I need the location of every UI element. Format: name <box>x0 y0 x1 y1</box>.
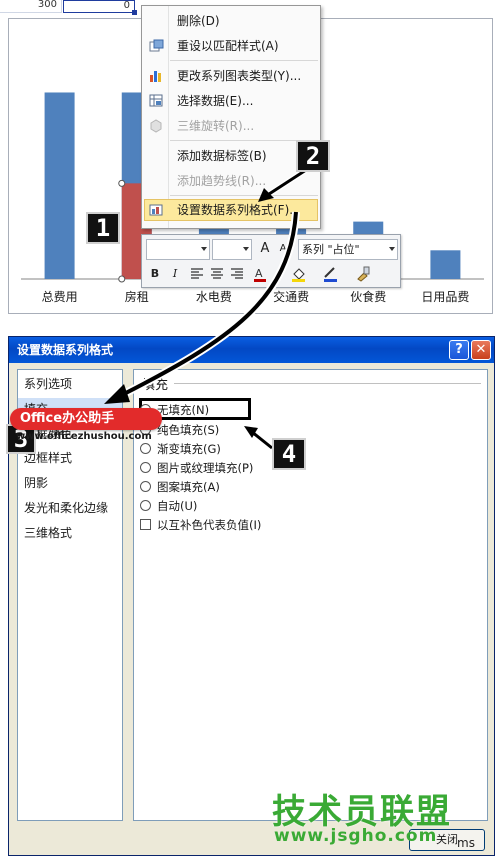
x-tick-label: 水电费 <box>196 290 232 304</box>
selection-handle[interactable] <box>118 275 126 283</box>
option-label: 以互补色代表负值(I) <box>157 518 262 532</box>
option-pattern-fill[interactable]: 图案填充(A) <box>140 478 220 496</box>
x-tick-label: 日用品费 <box>421 290 469 304</box>
section-title: 填充 <box>142 378 169 393</box>
format-painter-icon[interactable] <box>354 265 372 283</box>
close-icon[interactable]: ✕ <box>471 340 491 360</box>
font-name-combo[interactable] <box>146 239 210 260</box>
menu-item-add-data-labels[interactable]: 添加数据标签(B) <box>144 145 318 167</box>
svg-text:A: A <box>255 267 263 280</box>
format-series-icon <box>149 204 163 216</box>
fill-color-icon[interactable] <box>290 265 308 283</box>
menu-item-label: 删除(D) <box>177 14 220 28</box>
option-picture-texture-fill[interactable]: 图片或纹理填充(P) <box>140 459 253 477</box>
option-label: 自动(U) <box>157 499 198 513</box>
line-color-icon[interactable] <box>322 265 340 283</box>
fill-options-panel: 填充 无填充(N) 纯色填充(S) 渐变填充(G) 图片或纹理填充(P) 图案填… <box>133 369 488 821</box>
align-right-icon[interactable] <box>228 265 246 283</box>
radio-icon <box>140 443 151 454</box>
partial-status-text: ms <box>457 836 475 850</box>
select-data-icon <box>149 94 163 107</box>
chevron-down-icon <box>201 247 207 251</box>
chevron-down-icon <box>389 247 395 251</box>
dialog-title: 设置数据系列格式 <box>17 343 114 357</box>
radio-icon <box>140 500 151 511</box>
radio-icon <box>140 462 151 473</box>
menu-item-label: 更改系列图表类型(Y)... <box>177 69 302 83</box>
nav-shadow[interactable]: 阴影 <box>18 472 122 494</box>
x-tick-label: 房租 <box>125 289 149 304</box>
menu-item-label: 重设以匹配样式(A) <box>177 39 279 53</box>
chevron-down-icon <box>243 247 249 251</box>
selection-handle[interactable] <box>118 179 126 187</box>
nav-glow-soft-edges[interactable]: 发光和柔化边缘 <box>18 497 122 519</box>
menu-separator <box>170 195 318 196</box>
brand-url: www.jsgho.com <box>274 826 438 846</box>
option-invert-negative[interactable]: 以互补色代表负值(I) <box>140 516 261 534</box>
bold-button[interactable]: B <box>146 265 164 283</box>
office-helper-url: www.officezhushou.com <box>16 431 152 442</box>
mini-toolbar: A A 系列 "占位" B I A <box>141 234 401 288</box>
x-tick-label: 伙食费 <box>350 289 386 304</box>
align-center-icon[interactable] <box>208 265 226 283</box>
menu-item-label: 设置数据系列格式(F)... <box>177 203 301 217</box>
step-badge-2: 2 <box>296 140 330 172</box>
italic-button[interactable]: I <box>166 265 184 283</box>
menu-item-3d-rotation[interactable]: 三维旋转(R)... <box>144 115 318 137</box>
font-color-icon[interactable]: A <box>252 265 270 283</box>
align-left-icon[interactable] <box>188 265 206 283</box>
menu-item-change-chart-type[interactable]: 更改系列图表类型(Y)... <box>144 65 318 87</box>
bar-总费用-series-1[interactable] <box>44 92 75 279</box>
chart-type-icon <box>150 71 161 82</box>
step-badge-1: 1 <box>86 212 120 244</box>
menu-item-format-data-series[interactable]: 设置数据系列格式(F)... <box>144 199 318 221</box>
help-button[interactable]: ? <box>449 340 469 360</box>
option-label: 纯色填充(S) <box>157 423 220 437</box>
option-label: 无填充(N) <box>157 403 210 417</box>
reset-style-icon <box>149 39 164 52</box>
sheet-cell-active[interactable]: 0 <box>63 0 137 15</box>
bar-日用品费-series-1[interactable] <box>430 250 461 279</box>
menu-item-reset-style[interactable]: 重设以匹配样式(A) <box>144 35 318 57</box>
x-tick-label: 交通费 <box>273 289 309 304</box>
grow-font-button[interactable]: A <box>256 240 274 258</box>
option-label: 图片或纹理填充(P) <box>157 461 254 475</box>
menu-item-select-data[interactable]: 选择数据(E)... <box>144 90 318 112</box>
radio-icon <box>140 481 151 492</box>
menu-item-label: 三维旋转(R)... <box>177 119 255 133</box>
menu-item-delete[interactable]: 删除(D) <box>144 10 318 32</box>
nav-series-options[interactable]: 系列选项 <box>18 373 122 395</box>
menu-item-label: 添加趋势线(R)... <box>177 174 267 188</box>
dialog-titlebar[interactable]: 设置数据系列格式 ? ✕ <box>9 337 494 363</box>
menu-item-label: 添加数据标签(B) <box>177 149 267 163</box>
font-size-combo[interactable] <box>212 239 252 260</box>
menu-item-add-trendline[interactable]: 添加趋势线(R)... <box>144 170 318 192</box>
step-badge-4: 4 <box>272 438 306 470</box>
sheet-cell[interactable]: 300 <box>0 0 62 13</box>
context-menu: 删除(D) 重设以匹配样式(A) 更改系列图表类型(Y)... 选择数据(E).… <box>141 5 321 229</box>
nav-3d-format[interactable]: 三维格式 <box>18 522 122 544</box>
x-tick-label: 总费用 <box>42 290 78 304</box>
option-automatic[interactable]: 自动(U) <box>140 497 197 515</box>
option-label: 渐变填充(G) <box>157 442 221 456</box>
option-gradient-fill[interactable]: 渐变填充(G) <box>140 440 221 458</box>
checkbox-icon <box>140 519 151 530</box>
section-divider <box>174 383 481 384</box>
option-label: 图案填充(A) <box>157 480 220 494</box>
delete-icon <box>149 14 164 28</box>
series-selector-value: 系列 "占位" <box>302 243 360 256</box>
menu-separator <box>170 60 318 61</box>
rotate-3d-icon <box>150 119 162 133</box>
shrink-font-button[interactable]: A <box>274 240 292 258</box>
series-selector[interactable]: 系列 "占位" <box>298 239 398 260</box>
office-helper-watermark: Office办公助手 <box>10 408 162 430</box>
menu-item-label: 选择数据(E)... <box>177 94 254 108</box>
